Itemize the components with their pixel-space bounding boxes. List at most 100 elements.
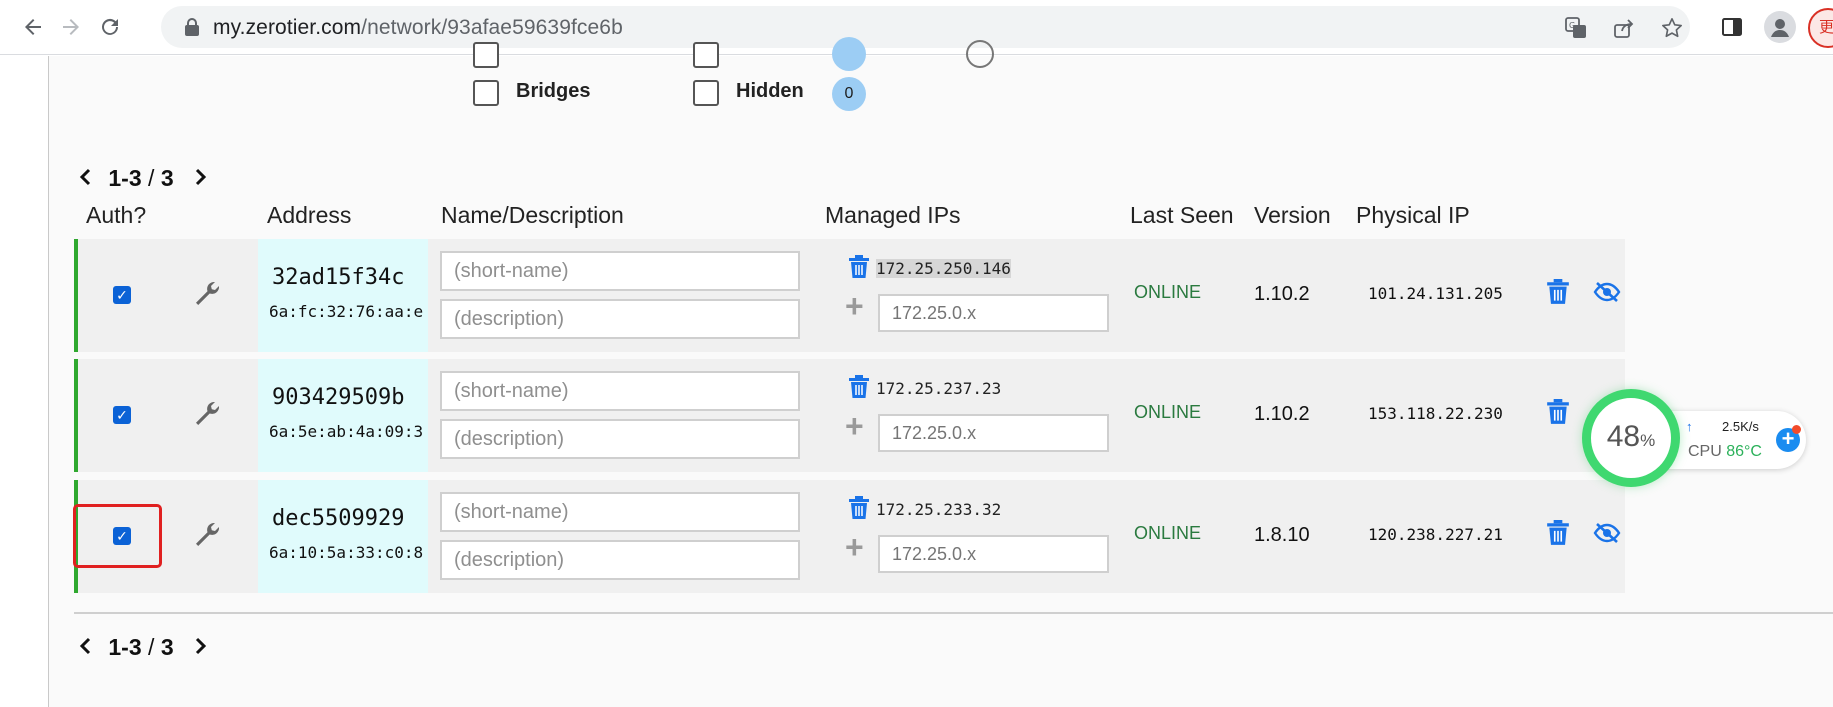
description-input[interactable]	[440, 419, 800, 459]
hidden-checkbox[interactable]	[693, 80, 719, 106]
pager-separator: /	[148, 634, 155, 660]
managed-ip: 172.25.250.146	[876, 259, 1011, 278]
forward-arrow-icon	[63, 19, 79, 35]
svg-text:G: G	[1569, 21, 1575, 30]
member-version: 1.8.10	[1254, 524, 1310, 546]
member-mac: 6a:10:5a:33:c0:8	[269, 543, 424, 562]
filter-checkbox-partial-2[interactable]	[693, 42, 719, 68]
managed-ip: 172.25.233.32	[876, 500, 1002, 519]
col-header-address[interactable]: Address	[267, 202, 351, 229]
delete-member-icon[interactable]	[1546, 520, 1570, 546]
member-version: 1.10.2	[1254, 403, 1310, 425]
member-version: 1.10.2	[1254, 283, 1310, 305]
address-cell: dec5509929 6a:10:5a:33:c0:8	[258, 480, 428, 593]
cpu-percent: 48%	[1591, 420, 1671, 454]
cpu-temp-value: 86°C	[1726, 443, 1762, 460]
pager-range: 1-3	[108, 634, 142, 660]
last-seen-status: ONLINE	[1134, 282, 1202, 302]
cpu-percent-unit: %	[1640, 431, 1656, 450]
col-header-last-seen[interactable]: Last Seen	[1130, 202, 1234, 229]
cpu-percent-value: 48	[1606, 420, 1641, 453]
col-header-auth[interactable]: Auth?	[86, 202, 146, 229]
col-header-version[interactable]: Version	[1254, 202, 1331, 229]
pager-total: 3	[160, 634, 174, 660]
bookmark-star-icon[interactable]	[1659, 15, 1685, 41]
pager-range: 1-3	[108, 165, 142, 191]
hide-member-icon[interactable]	[1593, 281, 1621, 303]
filter-checkbox-partial-1[interactable]	[473, 42, 499, 68]
wrench-icon[interactable]	[193, 279, 221, 307]
pager-total: 3	[160, 165, 174, 191]
reload-icon	[102, 18, 118, 35]
delete-member-icon[interactable]	[1546, 279, 1570, 305]
cpu-label: CPU	[1688, 443, 1722, 460]
add-ip-icon[interactable]: +	[845, 290, 864, 322]
next-page-icon[interactable]	[194, 631, 208, 662]
url-text[interactable]: my.zerotier.com/network/93afae59639fce6b	[213, 16, 623, 40]
radio-partial[interactable]	[966, 40, 994, 68]
address-bar[interactable]: my.zerotier.com/network/93afae59639fce6b…	[161, 6, 1690, 48]
wrench-icon[interactable]	[193, 399, 221, 427]
address-cell: 32ad15f34c 6a:fc:32:76:aa:e	[258, 239, 428, 352]
upload-arrow-icon: ↑	[1686, 419, 1693, 434]
delete-ip-icon[interactable]	[848, 496, 870, 520]
reload-button[interactable]	[93, 10, 127, 44]
bridges-checkbox[interactable]	[473, 80, 499, 106]
col-header-physical-ip[interactable]: Physical IP	[1356, 202, 1470, 229]
share-icon[interactable]	[1611, 15, 1637, 41]
hide-member-icon[interactable]	[1593, 522, 1621, 544]
description-input[interactable]	[440, 299, 800, 339]
url-path: /network/93afae59639fce6b	[361, 16, 623, 39]
physical-ip: 153.118.22.230	[1368, 404, 1503, 423]
auth-checkbox[interactable]: ✓	[113, 286, 131, 304]
notification-dot	[1792, 425, 1801, 434]
extension-badge[interactable]: 更	[1808, 8, 1833, 48]
col-header-name[interactable]: Name/Description	[441, 202, 624, 229]
back-button[interactable]	[16, 10, 50, 44]
cpu-usage-ring[interactable]: 48%	[1582, 389, 1680, 487]
short-name-input[interactable]	[440, 251, 800, 291]
add-ip-icon[interactable]: +	[845, 531, 864, 563]
new-ip-input[interactable]	[878, 535, 1109, 573]
member-mac: 6a:fc:32:76:aa:e	[269, 302, 424, 321]
physical-ip: 101.24.131.205	[1368, 284, 1503, 303]
member-address[interactable]: 32ad15f34c	[272, 265, 404, 290]
auth-checkbox[interactable]: ✓	[113, 406, 131, 424]
next-page-icon[interactable]	[194, 162, 208, 193]
bridges-label: Bridges	[516, 80, 591, 102]
side-panel-icon[interactable]	[1716, 11, 1748, 43]
address-cell: 903429509b 6a:5e:ab:4a:09:3	[258, 359, 428, 472]
col-header-managed-ips[interactable]: Managed IPs	[825, 202, 961, 229]
member-address[interactable]: dec5509929	[272, 506, 404, 531]
delete-member-icon[interactable]	[1546, 399, 1570, 425]
prev-page-icon[interactable]	[78, 162, 92, 193]
new-ip-input[interactable]	[878, 294, 1109, 332]
forward-button[interactable]	[54, 10, 88, 44]
translate-icon[interactable]: G	[1563, 15, 1589, 41]
back-arrow-icon	[25, 19, 41, 35]
wrench-icon[interactable]	[193, 520, 221, 548]
table-divider	[74, 612, 1833, 614]
count-pill-partial	[832, 37, 866, 71]
url-host: my.zerotier.com	[213, 16, 362, 39]
short-name-input[interactable]	[440, 492, 800, 532]
hidden-count-badge: 0	[832, 77, 866, 111]
browser-toolbar: my.zerotier.com/network/93afae59639fce6b…	[0, 0, 1833, 55]
member-address[interactable]: 903429509b	[272, 385, 404, 410]
managed-ip: 172.25.237.23	[876, 379, 1002, 398]
member-row: ✓ 903429509b 6a:5e:ab:4a:09:3 172.25.237…	[74, 359, 1625, 472]
cpu-temperature: CPU 86°C	[1688, 443, 1762, 461]
member-row: ✓ dec5509929 6a:10:5a:33:c0:8 172.25.233…	[74, 480, 1625, 593]
add-ip-icon[interactable]: +	[845, 410, 864, 442]
short-name-input[interactable]	[440, 371, 800, 411]
profile-avatar-icon[interactable]	[1764, 11, 1796, 43]
last-seen-status: ONLINE	[1134, 523, 1202, 543]
member-mac: 6a:5e:ab:4a:09:3	[269, 422, 424, 441]
pager-separator: /	[148, 165, 155, 191]
new-ip-input[interactable]	[878, 414, 1109, 452]
pager-bottom: 1-3 / 3	[78, 631, 208, 662]
description-input[interactable]	[440, 540, 800, 580]
delete-ip-icon[interactable]	[848, 255, 870, 279]
prev-page-icon[interactable]	[78, 631, 92, 662]
delete-ip-icon[interactable]	[848, 375, 870, 399]
